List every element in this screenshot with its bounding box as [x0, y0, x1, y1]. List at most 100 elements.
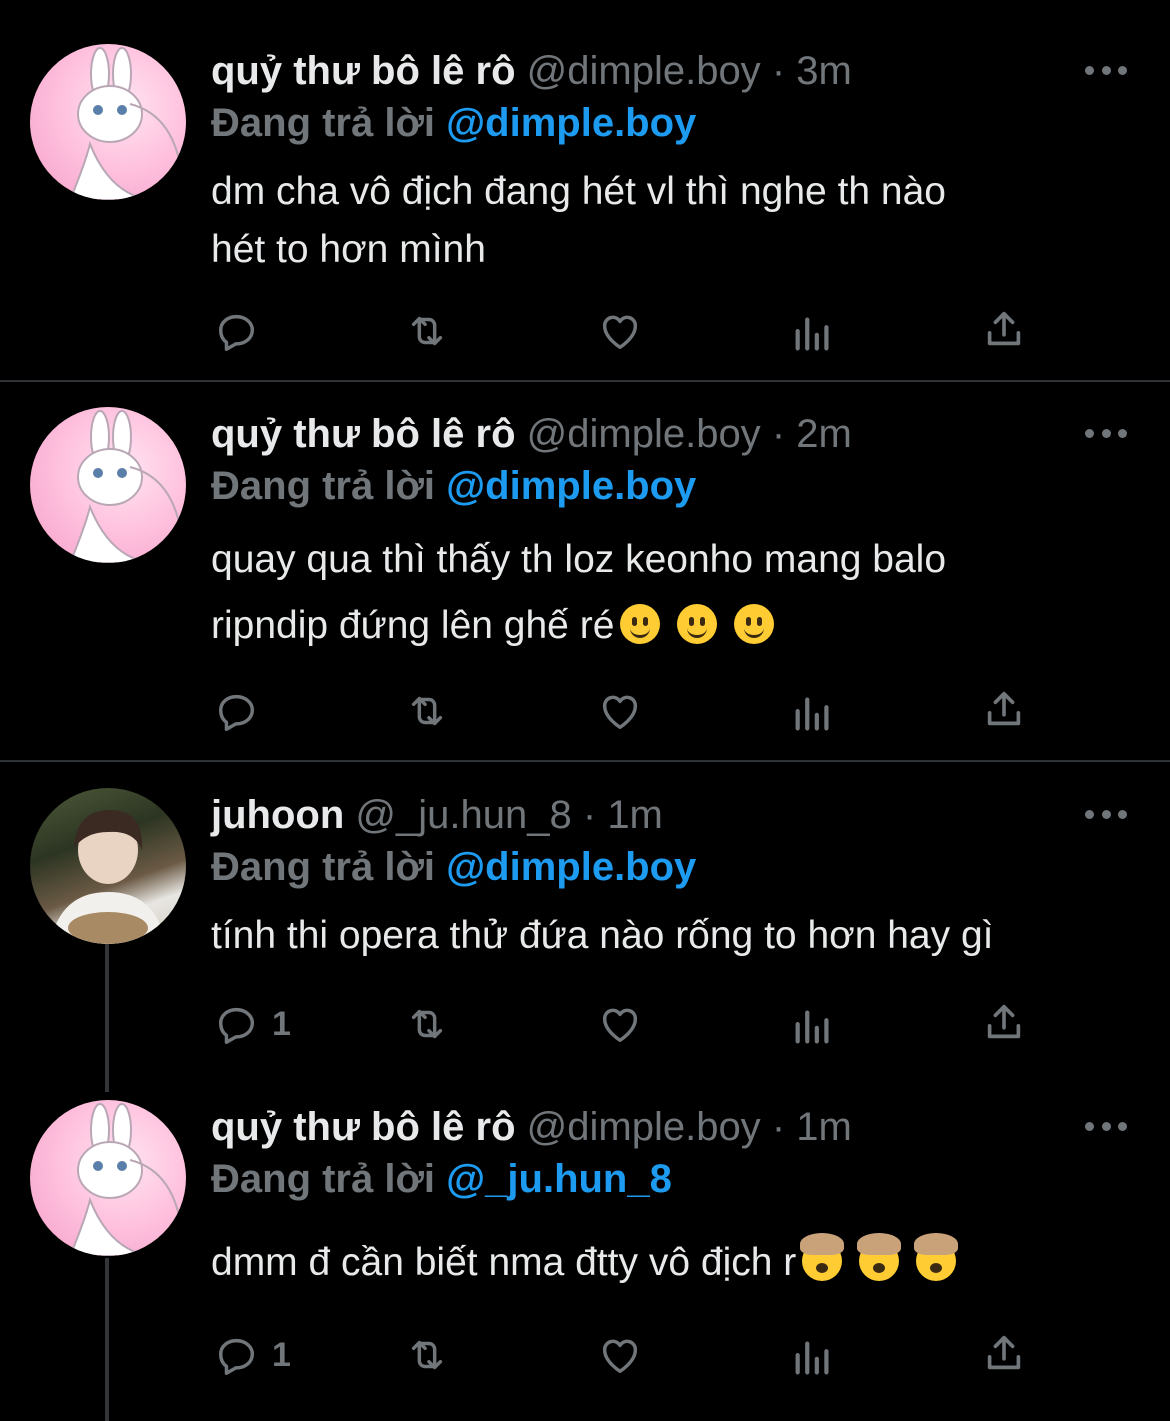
tweet-2[interactable]: quỷ thư bô lê rô @dimple.boy · 2m Đang t… [0, 382, 1170, 762]
reply-button[interactable] [214, 688, 260, 734]
analytics-icon [795, 317, 829, 351]
reply-button[interactable]: 1 [214, 1332, 291, 1378]
replying-to-label: Đang trả lời [211, 845, 436, 889]
like-button[interactable] [597, 688, 643, 734]
tweet-text: tính thi opera thử đứa nào rống to hơn h… [211, 907, 1141, 965]
comment-icon [218, 314, 255, 351]
display-name[interactable]: juhoon [211, 793, 344, 837]
analytics-icon [795, 1010, 829, 1044]
tweet-text: dm cha vô địch đang hét vl thì nghe th n… [211, 163, 1141, 279]
slightly-smiling-face-emoji [677, 604, 718, 644]
share-icon [987, 691, 1021, 726]
slightly-smiling-face-emoji [620, 604, 661, 644]
reply-button[interactable]: 1 [214, 1001, 291, 1047]
comment-icon [218, 1338, 255, 1375]
more-icon-dot [1101, 1122, 1111, 1131]
retweet-button[interactable] [404, 688, 450, 734]
more-icon [1085, 1122, 1094, 1131]
comment-icon [218, 1007, 255, 1044]
avatar[interactable] [30, 407, 186, 563]
timestamp[interactable]: 2m [796, 412, 852, 456]
user-handle[interactable]: @_ju.hun_8 [355, 793, 571, 837]
timestamp[interactable]: 1m [796, 1105, 852, 1149]
tweet-text-line: quay qua thì thấy th loz keonho mang bal… [211, 538, 947, 581]
user-handle[interactable]: @dimple.boy [527, 412, 761, 456]
analytics-icon [795, 697, 829, 731]
share-button[interactable] [981, 686, 1027, 732]
more-icon-dot [1101, 66, 1111, 75]
user-handle[interactable]: @dimple.boy [527, 1105, 761, 1149]
reply-button[interactable] [214, 308, 260, 354]
separator-dot: · [771, 1105, 786, 1149]
retweet-button[interactable] [404, 1001, 450, 1047]
more-icon-dot [1118, 429, 1127, 438]
bunny-avatar-icon [68, 1103, 181, 1256]
comment-icon [218, 694, 255, 731]
share-icon [987, 1335, 1021, 1370]
more-options-button[interactable] [1085, 66, 1127, 78]
bunny-avatar-icon [68, 47, 181, 200]
tweet-text-line: tính thi opera thử đứa nào rống to hơn h… [211, 914, 994, 957]
analytics-button[interactable] [790, 310, 836, 356]
replying-to-label: Đang trả lời [211, 101, 436, 145]
share-icon [987, 311, 1021, 346]
replying-to-label: Đang trả lời [211, 464, 436, 508]
person-photo-avatar-icon [50, 810, 166, 944]
heart-icon [602, 315, 638, 350]
more-icon-dot [1118, 1122, 1127, 1131]
more-icon-dot [1118, 810, 1127, 819]
replying-to-handle[interactable]: @dimple.boy [446, 464, 696, 508]
more-options-button[interactable] [1085, 1122, 1127, 1134]
display-name[interactable]: quỷ thư bô lê rô [211, 412, 516, 456]
more-icon [1085, 429, 1094, 438]
tweet-text-line: dmm đ cần biết nma đtty vô địch r [211, 1241, 797, 1284]
timestamp[interactable]: 1m [607, 793, 663, 837]
like-button[interactable] [597, 308, 643, 354]
retweet-icon [411, 1340, 443, 1370]
replying-to-handle[interactable]: @dimple.boy [446, 101, 696, 145]
share-button[interactable] [981, 1330, 1027, 1376]
avatar[interactable] [30, 44, 186, 200]
tweet-text-line-with-emoji: dmm đ cần biết nma đtty vô địch r [211, 1233, 1141, 1292]
tweet-1[interactable]: quỷ thư bô lê rô @dimple.boy · 3m Đang t… [0, 0, 1170, 382]
separator-dot: · [771, 49, 786, 93]
like-button[interactable] [597, 1332, 643, 1378]
display-name[interactable]: quỷ thư bô lê rô [211, 1105, 516, 1149]
display-name[interactable]: quỷ thư bô lê rô [211, 49, 516, 93]
retweet-icon [411, 696, 443, 726]
avatar[interactable] [30, 1100, 186, 1256]
bunny-avatar-icon [68, 410, 181, 563]
timestamp[interactable]: 3m [796, 49, 852, 93]
replying-to-label: Đang trả lời [211, 1157, 436, 1201]
separator-dot: · [771, 412, 786, 456]
avatar[interactable] [30, 788, 186, 944]
exploding-head-emoji [857, 1233, 902, 1281]
more-icon-dot [1101, 429, 1111, 438]
retweet-button[interactable] [404, 1332, 450, 1378]
more-options-button[interactable] [1085, 429, 1127, 441]
more-icon-dot [1118, 66, 1127, 75]
analytics-button[interactable] [790, 690, 836, 736]
retweet-button[interactable] [404, 308, 450, 354]
replying-to-handle[interactable]: @_ju.hun_8 [446, 1157, 672, 1201]
more-options-button[interactable] [1085, 810, 1127, 822]
heart-icon [602, 1008, 638, 1043]
analytics-button[interactable] [790, 1003, 836, 1049]
tweet-3[interactable]: juhoon @_ju.hun_8 · 1m Đang trả lời @dim… [0, 762, 1170, 1092]
analytics-icon [795, 1341, 829, 1375]
analytics-button[interactable] [790, 1334, 836, 1380]
tweet-text-line: ripndip đứng lên ghế ré [211, 604, 615, 647]
share-button[interactable] [981, 999, 1027, 1045]
retweet-icon [411, 316, 443, 346]
share-icon [987, 1004, 1021, 1039]
tweet-text-line: hét to hơn mình [211, 228, 486, 271]
user-handle[interactable]: @dimple.boy [527, 49, 761, 93]
like-button[interactable] [597, 1001, 643, 1047]
share-button[interactable] [981, 306, 1027, 352]
retweet-icon [411, 1009, 443, 1039]
replying-to-handle[interactable]: @dimple.boy [446, 845, 696, 889]
tweet-text-line: dm cha vô địch đang hét vl thì nghe th n… [211, 170, 947, 213]
tweet-4[interactable]: quỷ thư bô lê rô @dimple.boy · 1m Đang t… [0, 1092, 1170, 1421]
exploding-head-emoji [913, 1233, 958, 1281]
reply-count: 1 [272, 1335, 291, 1374]
